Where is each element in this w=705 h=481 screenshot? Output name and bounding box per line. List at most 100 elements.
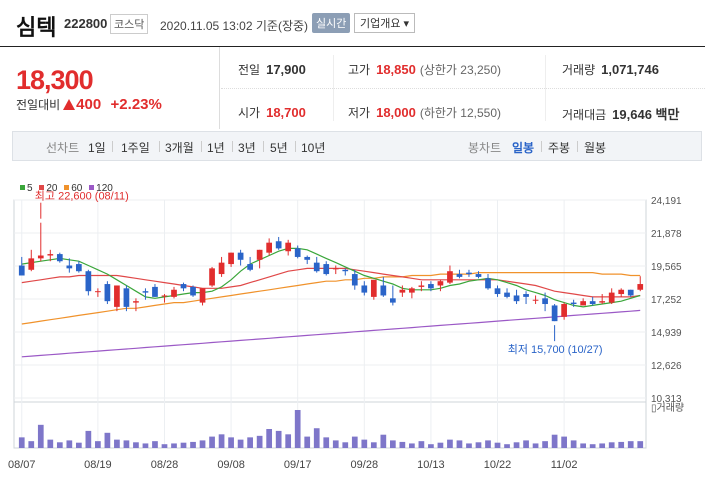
volume-bar bbox=[332, 440, 339, 448]
candle-body bbox=[608, 292, 615, 303]
volume-bar bbox=[37, 424, 44, 448]
volume-bar bbox=[190, 441, 196, 448]
candle-body bbox=[218, 262, 225, 275]
y-tick-label: 24,191 bbox=[651, 196, 682, 207]
volume-bar bbox=[361, 439, 368, 448]
candle-body bbox=[389, 298, 396, 303]
up-triangle-icon bbox=[63, 99, 76, 110]
tab-10year[interactable]: 10년 bbox=[301, 139, 325, 156]
stats-row-divider bbox=[221, 88, 705, 89]
tab-weekly-candle[interactable]: 주봉 bbox=[548, 139, 570, 156]
candle-body bbox=[190, 286, 196, 296]
tab-daily-candle[interactable]: 일봉 bbox=[512, 139, 534, 156]
candle-body bbox=[180, 284, 187, 289]
candle-body bbox=[209, 268, 215, 286]
volume-bar bbox=[380, 434, 387, 448]
prev-close-label: 전일 bbox=[238, 63, 261, 77]
candle-body bbox=[323, 264, 330, 275]
tab-1week[interactable]: 1주일 bbox=[121, 139, 150, 156]
volume-bar bbox=[542, 441, 548, 448]
candle-body bbox=[361, 285, 368, 293]
candle-body bbox=[447, 271, 453, 283]
stock-name: 심텍 bbox=[16, 15, 57, 40]
tab-1day[interactable]: 1일 bbox=[88, 139, 106, 156]
volume-bar bbox=[171, 443, 177, 448]
volume-bar bbox=[570, 440, 577, 448]
tab-separator bbox=[295, 141, 296, 152]
candle-body bbox=[104, 284, 111, 302]
open-value: 18,700 bbox=[266, 105, 306, 120]
candle-body bbox=[228, 252, 234, 265]
candle-body bbox=[418, 285, 425, 287]
change-percent: +2.23% bbox=[110, 96, 162, 113]
price-panel: 18,300 전일대비 400 +2.23% bbox=[0, 47, 220, 129]
candle-body bbox=[171, 289, 177, 297]
candle-body bbox=[47, 254, 54, 256]
candle-body bbox=[133, 301, 139, 303]
candle-body bbox=[570, 302, 577, 305]
volume-bar bbox=[266, 429, 273, 448]
volume-bar bbox=[342, 442, 349, 448]
tab-3month[interactable]: 3개월 bbox=[165, 139, 194, 156]
candle-body bbox=[75, 264, 82, 272]
volume-bar bbox=[389, 440, 396, 448]
y-tick-label: 17,252 bbox=[651, 295, 682, 306]
candle-body bbox=[551, 305, 558, 322]
volume-bar bbox=[561, 436, 567, 448]
low-label: 저가 bbox=[348, 106, 371, 120]
volume-value: 1,071,746 bbox=[601, 62, 659, 77]
candle-body bbox=[351, 274, 358, 286]
candle-body bbox=[561, 304, 567, 317]
y-tick-label: 12,626 bbox=[651, 361, 682, 372]
candle-body bbox=[294, 248, 301, 257]
candle-body bbox=[95, 291, 101, 293]
candle-body bbox=[342, 269, 349, 272]
y-tick-label: 19,565 bbox=[651, 262, 682, 273]
volume-bar bbox=[47, 439, 54, 448]
candle-body bbox=[618, 289, 625, 295]
open-label: 시가 bbox=[238, 106, 261, 120]
y-tick-label: 21,878 bbox=[651, 229, 682, 240]
tab-monthly-candle[interactable]: 월봉 bbox=[584, 139, 606, 156]
volume-bar bbox=[323, 437, 330, 448]
volume-bar bbox=[409, 443, 415, 448]
volume-bar bbox=[523, 440, 529, 448]
day-high: 고가 18,850 (상한가 23,250) bbox=[348, 61, 501, 78]
candle-body bbox=[56, 254, 63, 262]
candle-body bbox=[437, 281, 444, 286]
candle-body bbox=[428, 284, 434, 289]
candle-body bbox=[466, 272, 472, 275]
candle-body bbox=[475, 274, 482, 277]
volume-bar bbox=[133, 442, 139, 448]
x-tick-label: 11/02 bbox=[551, 459, 578, 471]
tab-3year[interactable]: 3년 bbox=[238, 139, 256, 156]
volume-bar bbox=[161, 444, 168, 448]
candle-body bbox=[114, 285, 120, 307]
volume-bar bbox=[551, 434, 558, 448]
volume-bar bbox=[466, 443, 472, 448]
tab-5year[interactable]: 5년 bbox=[270, 139, 288, 156]
change-label: 전일대비 bbox=[16, 98, 61, 112]
candle-body bbox=[456, 274, 463, 277]
volume-bar bbox=[513, 442, 520, 448]
open-price: 시가 18,700 bbox=[238, 104, 306, 121]
candle-body bbox=[485, 278, 491, 289]
volume-bar bbox=[494, 442, 501, 448]
high-value: 18,850 bbox=[376, 62, 416, 77]
candle-body bbox=[399, 289, 406, 293]
volume-bar bbox=[18, 437, 25, 448]
volume-bar bbox=[228, 437, 234, 448]
candle-body bbox=[494, 288, 501, 295]
volume-bar bbox=[180, 442, 187, 448]
realtime-button[interactable]: 실시간 bbox=[312, 13, 351, 33]
candle-body bbox=[304, 256, 311, 260]
tab-1year[interactable]: 1년 bbox=[207, 139, 225, 156]
candle-body bbox=[266, 242, 273, 253]
trade-value: 거래대금 19,646 백만 bbox=[562, 104, 679, 123]
volume-bar bbox=[75, 442, 82, 448]
volume-bar bbox=[475, 442, 482, 448]
stock-code: 222800 bbox=[64, 16, 108, 31]
company-overview-button[interactable]: 기업개요 ▾ bbox=[354, 13, 416, 33]
volume-bar bbox=[608, 442, 615, 448]
volume-bar bbox=[275, 430, 282, 448]
